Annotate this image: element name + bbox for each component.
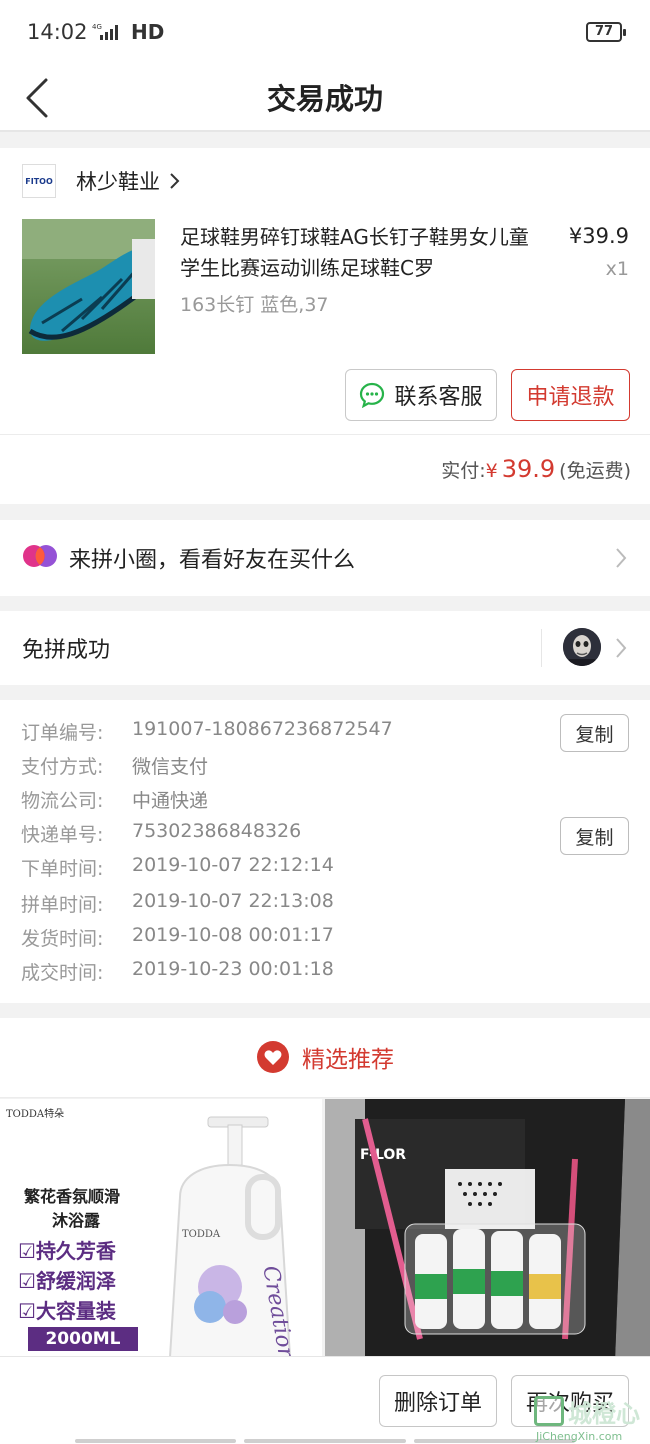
shop-logo: FITOO bbox=[22, 164, 56, 198]
signal-icon: 4G bbox=[92, 23, 118, 40]
info-row-ship-time: 发货时间: 2019-10-08 00:01:17 bbox=[21, 924, 334, 954]
copy-order-no-button[interactable]: 复制 bbox=[560, 714, 629, 752]
info-value: 2019-10-07 22:13:08 bbox=[132, 890, 334, 912]
info-row-order-time: 下单时间: 2019-10-07 22:12:14 bbox=[21, 854, 334, 884]
brand-en: TODDA bbox=[6, 1109, 45, 1120]
contact-service-label: 联系客服 bbox=[394, 385, 483, 410]
shop-name: 林少鞋业 bbox=[76, 170, 160, 194]
info-value: 2019-10-23 00:01:18 bbox=[132, 958, 334, 980]
info-row-logistics: 物流公司: 中通快递 bbox=[21, 786, 208, 816]
home-indicator bbox=[75, 1439, 575, 1443]
info-row-payment: 支付方式: 微信支付 bbox=[21, 752, 208, 782]
info-key: 订单编号: bbox=[21, 722, 104, 744]
group-status-text: 免拼成功 bbox=[22, 638, 111, 663]
chat-bubble-icon bbox=[360, 382, 385, 408]
product-price: ¥39.9 bbox=[568, 224, 629, 248]
status-time: 14:02 bbox=[27, 20, 88, 44]
refund-button[interactable]: 申请退款 bbox=[511, 369, 630, 421]
recommend-feature: ☑大容量装 bbox=[18, 1299, 116, 1323]
info-value: 75302386848326 bbox=[132, 820, 302, 842]
recommend-subline: 沐浴露 bbox=[52, 1211, 101, 1230]
avatar[interactable] bbox=[563, 628, 601, 666]
info-key: 下单时间: bbox=[21, 858, 104, 880]
info-value: 中通快递 bbox=[132, 790, 209, 812]
info-key: 支付方式: bbox=[21, 756, 104, 778]
friend-circle-icon bbox=[23, 545, 57, 567]
watermark-icon bbox=[534, 1396, 564, 1426]
info-key: 物流公司: bbox=[21, 790, 104, 812]
svg-text:4G: 4G bbox=[92, 23, 102, 31]
recommend-feature: ☑舒缓润泽 bbox=[18, 1269, 116, 1293]
status-bar: 14:02 4G HD 77 bbox=[0, 0, 650, 64]
info-row-order-no: 订单编号: 191007-180867236872547 bbox=[21, 718, 393, 748]
shop-link[interactable]: FITOO 林少鞋业 bbox=[22, 164, 180, 198]
svg-text:TODDA: TODDA bbox=[182, 1229, 221, 1240]
recommend-volume: 2000ML bbox=[28, 1327, 138, 1351]
info-value: 191007-180867236872547 bbox=[132, 718, 393, 740]
recommend-item-body-wash[interactable]: TODDA特朵 TODDA Creation 繁花香氛顺滑 沐浴露 ☑持久芳香 … bbox=[0, 1099, 322, 1361]
group-status-row[interactable]: 免拼成功 bbox=[0, 611, 650, 685]
svg-text:F-LOR: F-LOR bbox=[360, 1147, 406, 1163]
payment-label: 实付: bbox=[441, 460, 486, 482]
product-image[interactable] bbox=[22, 219, 155, 354]
chevron-right-icon bbox=[170, 173, 180, 189]
recommend-title: 精选推荐 bbox=[302, 1047, 394, 1073]
info-value: 微信支付 bbox=[132, 756, 209, 778]
recommend-feature: ☑持久芳香 bbox=[18, 1239, 116, 1263]
hd-indicator: HD bbox=[131, 20, 165, 44]
battery-icon: 77 bbox=[586, 22, 626, 42]
copy-tracking-no-button[interactable]: 复制 bbox=[560, 817, 629, 855]
watermark-logo: 城橙心 JiChengXin.com bbox=[534, 1392, 650, 1444]
recommend-brand: TODDA特朵 bbox=[6, 1105, 64, 1120]
watermark-url: JiChengXin.com bbox=[536, 1430, 623, 1443]
divider bbox=[541, 629, 542, 667]
feature-text: 舒缓润泽 bbox=[35, 1269, 116, 1293]
nav-bar: 交易成功 bbox=[0, 64, 650, 132]
info-key: 成交时间: bbox=[21, 962, 104, 984]
info-value: 2019-10-08 00:01:17 bbox=[132, 924, 334, 946]
recommend-headline: 繁花香氛顺滑 bbox=[24, 1187, 121, 1206]
payment-amount: 39.9 bbox=[501, 455, 556, 483]
order-info-card: 订单编号: 191007-180867236872547 复制 支付方式: 微信… bbox=[0, 700, 650, 1003]
info-key: 发货时间: bbox=[21, 928, 104, 950]
contact-service-button[interactable]: 联系客服 bbox=[345, 369, 497, 421]
product-title[interactable]: 足球鞋男碎钉球鞋AG长钉子鞋男女儿童学生比赛运动训练足球鞋C罗 bbox=[180, 222, 532, 284]
feature-text: 大容量装 bbox=[35, 1299, 116, 1323]
info-value: 2019-10-07 22:12:14 bbox=[132, 854, 334, 876]
heart-icon bbox=[257, 1041, 289, 1073]
friend-circle-text: 来拼小圈，看看好友在买什么 bbox=[69, 548, 356, 573]
chevron-right-icon bbox=[616, 638, 627, 658]
info-key: 拼单时间: bbox=[21, 894, 104, 916]
info-row-tracking-no: 快递单号: 75302386848326 bbox=[21, 820, 301, 850]
order-card: FITOO 林少鞋业 足球鞋男碎钉球鞋AG长钉子鞋男女儿童学生比赛运动训练足球鞋… bbox=[0, 148, 650, 504]
info-row-deal-time: 成交时间: 2019-10-23 00:01:18 bbox=[21, 958, 334, 988]
recommend-header: 精选推荐 bbox=[0, 1018, 650, 1098]
page-title: 交易成功 bbox=[266, 82, 383, 116]
payment-currency: ¥ bbox=[485, 460, 498, 482]
recommend-item-drink-bag[interactable]: F-LOR bbox=[325, 1099, 650, 1361]
feature-text: 持久芳香 bbox=[35, 1239, 116, 1263]
brand-cn: 特朵 bbox=[44, 1109, 65, 1120]
friend-circle-row[interactable]: 来拼小圈，看看好友在买什么 bbox=[0, 520, 650, 596]
payment-note: (免运费) bbox=[559, 460, 631, 482]
info-key: 快递单号: bbox=[21, 824, 104, 846]
body-wash-bottle: TODDA Creation bbox=[168, 1116, 299, 1361]
product-spec: 163长钉 蓝色,37 bbox=[180, 294, 329, 316]
info-row-group-time: 拼单时间: 2019-10-07 22:13:08 bbox=[21, 890, 334, 920]
watermark-text: 城橙心 bbox=[568, 1400, 640, 1428]
payment-row: 实付: ¥ 39.9 (免运费) bbox=[0, 434, 650, 504]
chevron-right-icon bbox=[616, 548, 627, 568]
drink-bag-photo: F-LOR bbox=[325, 1099, 650, 1361]
delete-order-button[interactable]: 删除订单 bbox=[379, 1375, 497, 1427]
order-detail-page: 14:02 4G HD 77 交易成功 FITOO 林少鞋业 足球鞋男碎钉球鞋A… bbox=[0, 0, 650, 1444]
product-quantity: x1 bbox=[605, 258, 629, 280]
